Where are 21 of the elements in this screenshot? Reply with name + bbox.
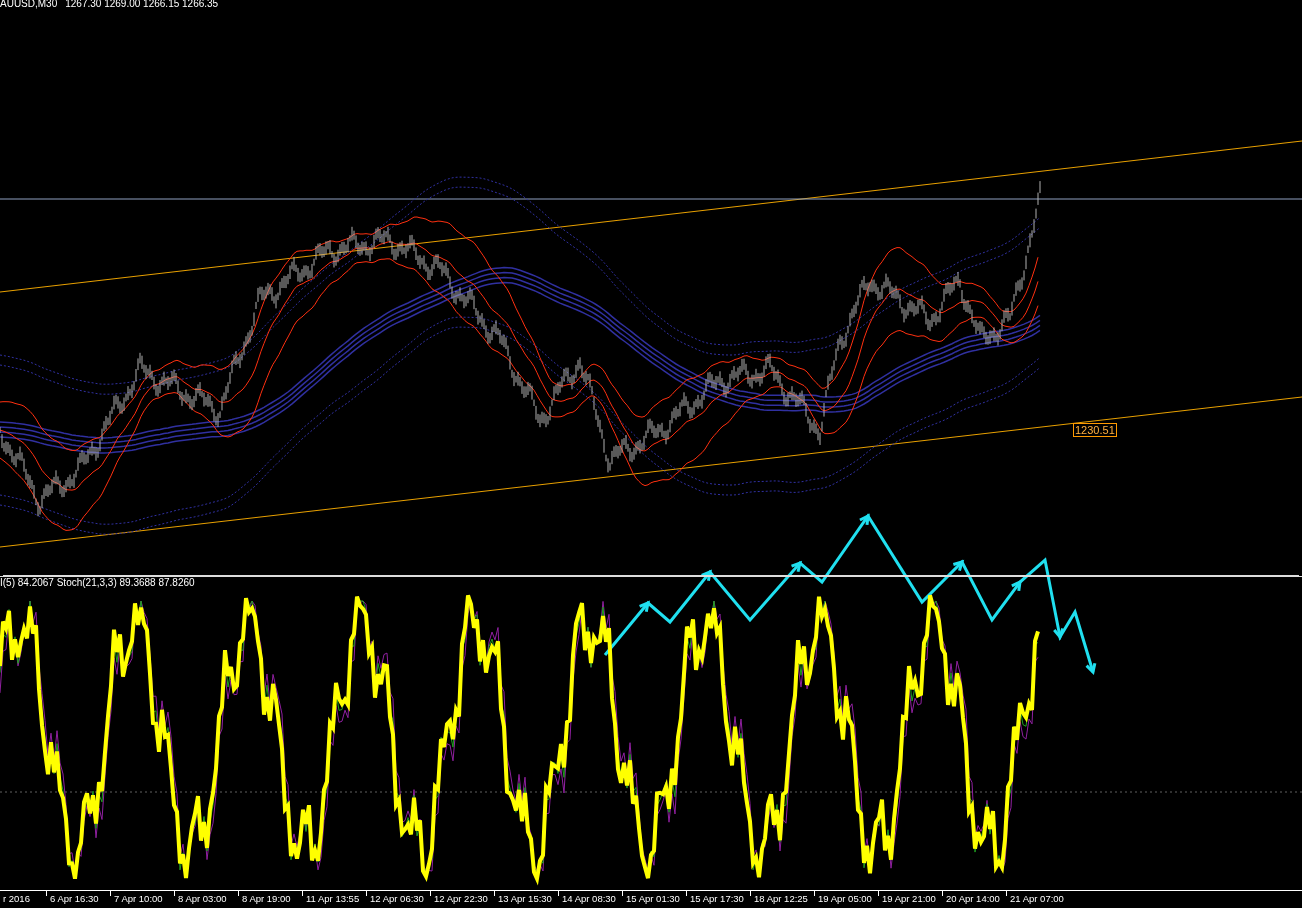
time-label: 15 Apr 01:30 [626, 892, 680, 906]
time-label: 7 Apr 10:00 [114, 892, 163, 906]
time-label: 14 Apr 08:30 [562, 892, 616, 906]
time-label: 19 Apr 21:00 [882, 892, 936, 906]
time-label: 15 Apr 17:30 [690, 892, 744, 906]
time-label: 19 Apr 05:00 [818, 892, 872, 906]
time-label: 18 Apr 12:25 [754, 892, 808, 906]
symbol-label: AUUSD,M30 [0, 0, 58, 10]
time-label: r 2016 [3, 892, 30, 906]
time-label: 6 Apr 16:30 [50, 892, 99, 906]
time-label: 12 Apr 06:30 [370, 892, 424, 906]
time-label: 13 Apr 15:30 [498, 892, 552, 906]
indicator-label: I(5) 84.2067 Stoch(21,3,3) 89.3688 87.8260 [0, 577, 195, 589]
time-label: 21 Apr 07:00 [1010, 892, 1064, 906]
time-label: 20 Apr 14:00 [946, 892, 1000, 906]
time-label: 8 Apr 03:00 [178, 892, 227, 906]
time-label: 11 Apr 13:55 [306, 892, 360, 906]
price-values: 1267.30 1269.00 1266.15 1266.35 [65, 0, 219, 10]
time-label: 8 Apr 19:00 [242, 892, 291, 906]
price-label: 1230.51 [1073, 423, 1117, 437]
time-label: 12 Apr 22:30 [434, 892, 488, 906]
